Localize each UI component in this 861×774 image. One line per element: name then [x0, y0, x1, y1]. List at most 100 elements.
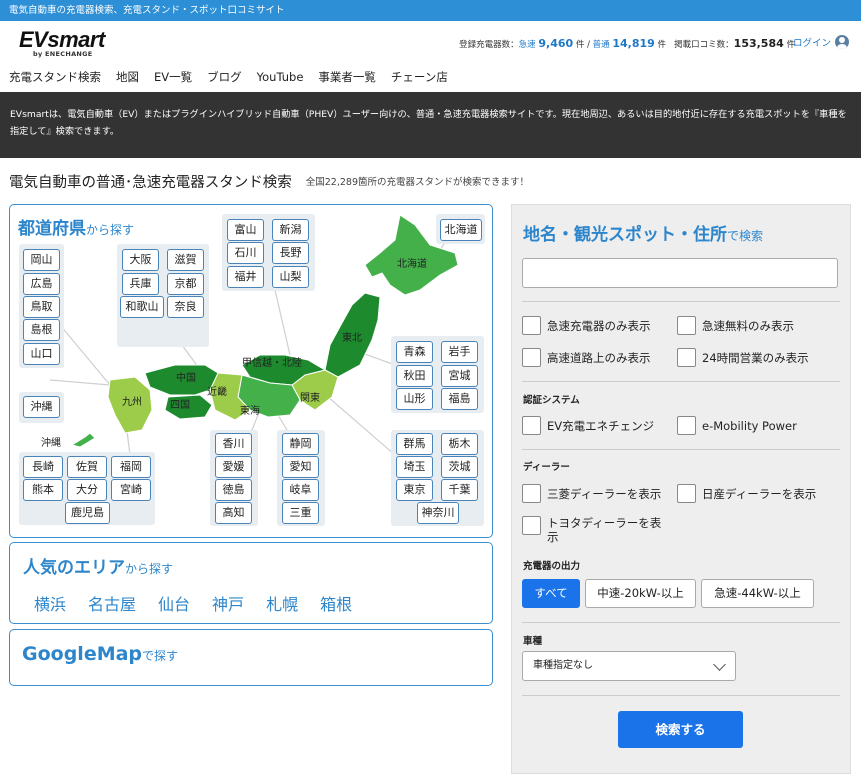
pref-iwate[interactable]: 岩手: [441, 341, 478, 363]
pref-fukuoka[interactable]: 福岡: [111, 456, 151, 478]
dealer-label: 日産ディーラーを表示: [702, 486, 817, 501]
region-label-tokai[interactable]: 東海: [240, 402, 260, 417]
prefecture-heading-suffix: から探す: [86, 223, 135, 237]
pref-kanagawa[interactable]: 神奈川: [417, 502, 459, 524]
pref-aichi[interactable]: 愛知: [282, 456, 319, 478]
pref-tokushima[interactable]: 徳島: [215, 479, 252, 501]
pref-hiroshima[interactable]: 広島: [23, 273, 60, 295]
login-link[interactable]: ログイン: [793, 35, 849, 49]
city-link-sapporo[interactable]: 札幌: [266, 591, 298, 615]
pref-tottori[interactable]: 鳥取: [23, 296, 60, 318]
output-all-button[interactable]: すべて: [522, 579, 580, 608]
pref-tochigi[interactable]: 栃木: [441, 433, 478, 455]
pref-shizuoka[interactable]: 静岡: [282, 433, 319, 455]
map-region-okinawa[interactable]: [70, 432, 96, 448]
pref-osaka[interactable]: 大阪: [122, 249, 159, 271]
nav-item-ev-list[interactable]: EV一覧: [154, 67, 192, 89]
checkbox[interactable]: [522, 316, 541, 335]
place-search-input[interactable]: [522, 258, 838, 288]
pref-miyazaki[interactable]: 宮崎: [111, 479, 151, 501]
dealer-toyota[interactable]: トヨタディーラーを表示: [522, 516, 662, 544]
checkbox[interactable]: [522, 416, 541, 435]
pref-fukui[interactable]: 福井: [227, 266, 264, 288]
region-label-tohoku[interactable]: 東北: [342, 329, 362, 344]
nav-item-operators[interactable]: 事業者一覧: [318, 67, 376, 89]
pref-hokkaido[interactable]: 北海道: [440, 219, 482, 241]
pref-shiga[interactable]: 滋賀: [167, 249, 204, 271]
pref-okayama[interactable]: 岡山: [23, 249, 60, 271]
city-link-nagoya[interactable]: 名古屋: [88, 591, 136, 615]
pref-kochi[interactable]: 高知: [215, 502, 252, 524]
dealer-mitsubishi[interactable]: 三菱ディーラーを表示: [522, 484, 661, 503]
region-label-okinawa[interactable]: 沖縄: [41, 434, 61, 449]
city-link-sendai[interactable]: 仙台: [158, 591, 190, 615]
checkbox[interactable]: [522, 484, 541, 503]
dealer-nissan[interactable]: 日産ディーラーを表示: [677, 484, 816, 503]
pref-nagano[interactable]: 長野: [272, 242, 309, 264]
filter-rapid-free-only[interactable]: 急速無料のみ表示: [677, 316, 794, 335]
pref-fukushima[interactable]: 福島: [441, 388, 478, 410]
nav-item-youtube[interactable]: YouTube: [257, 67, 304, 89]
pref-niigata[interactable]: 新潟: [272, 219, 309, 241]
pref-gunma[interactable]: 群馬: [396, 433, 433, 455]
pref-wakayama[interactable]: 和歌山: [120, 296, 164, 318]
pref-ibaraki[interactable]: 茨城: [441, 456, 478, 478]
region-label-kyushu[interactable]: 九州: [122, 393, 142, 408]
pref-kyoto[interactable]: 京都: [167, 273, 204, 295]
googlemap-panel[interactable]: GoogleMapで探す: [9, 629, 493, 686]
pref-okinawa[interactable]: 沖縄: [23, 396, 60, 418]
search-button[interactable]: 検索する: [618, 711, 743, 748]
pref-yamagata[interactable]: 山形: [396, 388, 433, 410]
vehicle-select[interactable]: 車種指定なし: [522, 651, 736, 681]
auth-enechange[interactable]: EV充電エネチェンジ: [522, 416, 654, 435]
pref-hyogo[interactable]: 兵庫: [122, 273, 159, 295]
pref-saga[interactable]: 佐賀: [67, 456, 107, 478]
city-link-yokohama[interactable]: 横浜: [34, 591, 66, 615]
pref-kagoshima[interactable]: 鹿児島: [65, 502, 110, 524]
pref-miyagi[interactable]: 宮城: [441, 365, 478, 387]
city-link-hakone[interactable]: 箱根: [320, 591, 352, 615]
pref-nagasaki[interactable]: 長崎: [23, 456, 63, 478]
pref-saitama[interactable]: 埼玉: [396, 456, 433, 478]
filter-highway-only[interactable]: 高速道路上のみ表示: [522, 348, 651, 367]
region-label-kanto[interactable]: 関東: [300, 389, 320, 404]
nav-item-chains[interactable]: チェーン店: [391, 67, 448, 89]
city-link-kobe[interactable]: 神戸: [212, 591, 244, 615]
checkbox[interactable]: [522, 516, 541, 535]
checkbox[interactable]: [677, 348, 696, 367]
pref-nara[interactable]: 奈良: [167, 296, 204, 318]
checkbox[interactable]: [677, 416, 696, 435]
pref-mie[interactable]: 三重: [282, 502, 319, 524]
nav-item-map[interactable]: 地図: [116, 67, 139, 89]
pref-chiba[interactable]: 千葉: [441, 479, 478, 501]
pref-ehime[interactable]: 愛媛: [215, 456, 252, 478]
pref-kumamoto[interactable]: 熊本: [23, 479, 63, 501]
pref-akita[interactable]: 秋田: [396, 365, 433, 387]
output-20kw-button[interactable]: 中速-20kW-以上: [585, 579, 696, 608]
pref-gifu[interactable]: 岐阜: [282, 479, 319, 501]
region-label-chugoku[interactable]: 中国: [176, 369, 196, 384]
pref-yamanashi[interactable]: 山梨: [272, 266, 309, 288]
checkbox[interactable]: [522, 348, 541, 367]
pref-oita[interactable]: 大分: [67, 479, 107, 501]
region-label-koshinetsu[interactable]: 甲信越・北陸: [242, 354, 302, 369]
filter-24h-only[interactable]: 24時間営業のみ表示: [677, 348, 809, 367]
checkbox[interactable]: [677, 316, 696, 335]
checkbox[interactable]: [677, 484, 696, 503]
pref-aomori[interactable]: 青森: [396, 341, 433, 363]
output-44kw-button[interactable]: 急速-44kW-以上: [701, 579, 814, 608]
pref-yamaguchi[interactable]: 山口: [23, 343, 60, 365]
logo[interactable]: EVsmart by ENECHANGE: [19, 29, 105, 59]
nav-item-blog[interactable]: ブログ: [207, 67, 242, 89]
pref-ishikawa[interactable]: 石川: [227, 242, 264, 264]
pref-kagawa[interactable]: 香川: [215, 433, 252, 455]
nav-item-station-search[interactable]: 充電スタンド検索: [9, 67, 101, 89]
pref-shimane[interactable]: 島根: [23, 319, 60, 341]
region-label-hokkaido[interactable]: 北海道: [397, 255, 427, 270]
region-label-shikoku[interactable]: 四国: [170, 396, 190, 411]
pref-toyama[interactable]: 富山: [227, 219, 264, 241]
auth-emobility-power[interactable]: e-Mobility Power: [677, 416, 797, 435]
pref-tokyo[interactable]: 東京: [396, 479, 433, 501]
filter-rapid-only[interactable]: 急速充電器のみ表示: [522, 316, 651, 335]
region-label-kinki[interactable]: 近畿: [207, 383, 227, 398]
